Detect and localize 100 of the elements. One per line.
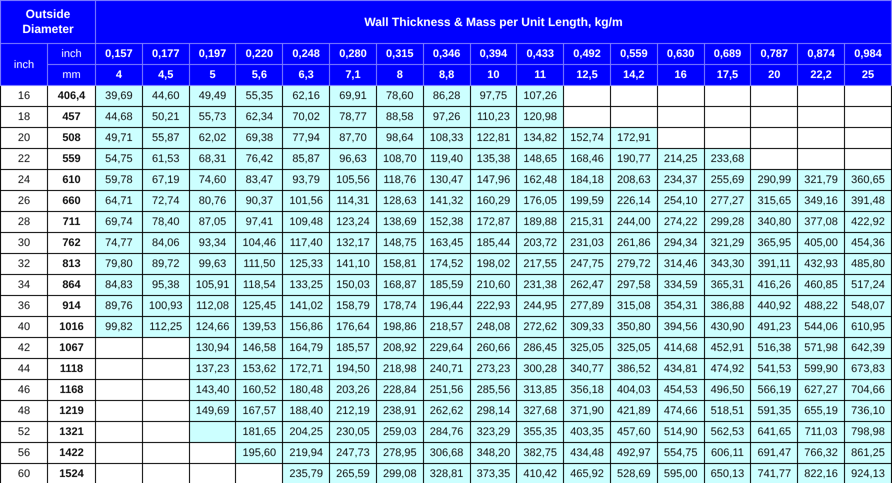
- table-cell: 430,90: [704, 316, 751, 338]
- table-cell: 373,35: [470, 464, 517, 483]
- table-cell: 279,72: [610, 254, 658, 274]
- table-cell: 208,92: [376, 338, 424, 358]
- table-cell: 360,65: [844, 170, 892, 190]
- row-header: 1422: [48, 442, 96, 464]
- table-cell: 240,71: [423, 358, 470, 380]
- row-header: 18: [0, 106, 48, 128]
- table-cell: 244,95: [516, 296, 564, 316]
- column-header: 0,220: [236, 44, 283, 64]
- table-cell: 93,34: [189, 232, 236, 254]
- table-cell: 386,52: [610, 358, 658, 380]
- table-cell: 309,33: [564, 316, 610, 338]
- table-cell: 229,64: [423, 338, 470, 358]
- table-cell: 422,92: [844, 212, 892, 232]
- table-cell: 421,89: [610, 400, 658, 422]
- table-cell: 673,83: [844, 358, 892, 380]
- table-cell: 99,82: [96, 316, 142, 338]
- table-cell: 343,30: [704, 254, 751, 274]
- row-header: 60: [0, 464, 48, 483]
- table-cell: 90,37: [236, 190, 283, 212]
- row-header: 1118: [48, 358, 96, 380]
- row-header: 16: [0, 86, 48, 106]
- table-cell: 146,58: [236, 338, 283, 358]
- table-cell: 87,70: [330, 128, 376, 148]
- table-cell: 544,06: [798, 316, 844, 338]
- table-cell: 110,23: [470, 106, 517, 128]
- table-cell: 54,75: [96, 148, 142, 170]
- table-cell: 218,57: [423, 316, 470, 338]
- table-cell: 691,47: [750, 442, 798, 464]
- table-cell: 365,95: [750, 232, 798, 254]
- table-cell: 59,78: [96, 170, 142, 190]
- table-cell: 274,22: [657, 212, 704, 232]
- table-cell: 323,29: [470, 422, 517, 442]
- table-cell: 132,17: [330, 232, 376, 254]
- unit-label: inch: [0, 44, 48, 86]
- table-cell: 100,93: [142, 296, 190, 316]
- table-cell: 391,48: [844, 190, 892, 212]
- table-cell: 39,69: [96, 86, 142, 106]
- table-cell: 97,75: [470, 86, 517, 106]
- table-cell: 254,10: [657, 190, 704, 212]
- table-cell: 101,56: [282, 190, 330, 212]
- table-cell: 188,40: [282, 400, 330, 422]
- table-cell: 128,63: [376, 190, 424, 212]
- table-title: Wall Thickness & Mass per Unit Length, kg/m: [96, 0, 892, 44]
- table-cell: 704,66: [844, 380, 892, 400]
- row-header: 1219: [48, 400, 96, 422]
- column-header: 10: [470, 64, 517, 86]
- table-cell: 554,75: [657, 442, 704, 464]
- table-cell: 69,38: [236, 128, 283, 148]
- row-header: 28: [0, 212, 48, 232]
- table-cell: 306,68: [423, 442, 470, 464]
- column-header: 16: [657, 64, 704, 86]
- table-cell: 133,25: [282, 274, 330, 296]
- column-header: 22,2: [798, 64, 844, 86]
- table-cell: 327,68: [516, 400, 564, 422]
- table-cell: 410,42: [516, 464, 564, 483]
- table-cell: 139,53: [236, 316, 283, 338]
- table-cell: 168,46: [564, 148, 610, 170]
- table-cell: 315,65: [750, 190, 798, 212]
- table-cell: 174,52: [423, 254, 470, 274]
- table-cell: 148,65: [516, 148, 564, 170]
- column-header: 20: [750, 64, 798, 86]
- table-cell: 541,53: [750, 358, 798, 380]
- column-header: 5,6: [236, 64, 283, 86]
- table-cell: 199,59: [564, 190, 610, 212]
- table-cell: 135,38: [470, 148, 517, 170]
- table-cell: 350,80: [610, 316, 658, 338]
- table-cell: 152,74: [564, 128, 610, 148]
- table-cell: 125,33: [282, 254, 330, 274]
- table-cell: 109,48: [282, 212, 330, 232]
- table-cell: 84,06: [142, 232, 190, 254]
- table-cell: 212,19: [330, 400, 376, 422]
- table-cell: 217,55: [516, 254, 564, 274]
- table-cell: 222,93: [470, 296, 517, 316]
- table-cell: 403,35: [564, 422, 610, 442]
- table-cell: 180,48: [282, 380, 330, 400]
- table-cell: 566,19: [750, 380, 798, 400]
- row-header: 52: [0, 422, 48, 442]
- table-cell: 118,76: [376, 170, 424, 190]
- table-cell: 198,02: [470, 254, 517, 274]
- table-cell: 107,26: [516, 86, 564, 106]
- column-header: 11: [516, 64, 564, 86]
- table-cell: 84,83: [96, 274, 142, 296]
- table-cell: 158,81: [376, 254, 424, 274]
- table-cell: 313,85: [516, 380, 564, 400]
- table-cell: 112,25: [142, 316, 190, 338]
- table-cell: 386,88: [704, 296, 751, 316]
- table-cell: 261,86: [610, 232, 658, 254]
- table-cell: 265,59: [330, 464, 376, 483]
- table-cell: 70,02: [282, 106, 330, 128]
- table-cell: 260,66: [470, 338, 517, 358]
- table-cell: 277,27: [704, 190, 751, 212]
- table-cell: 123,24: [330, 212, 376, 232]
- row-header: 20: [0, 128, 48, 148]
- table-cell: 190,77: [610, 148, 658, 170]
- table-cell: 315,08: [610, 296, 658, 316]
- table-cell: 97,26: [423, 106, 470, 128]
- table-cell: 172,87: [470, 212, 517, 232]
- table-cell: 314,46: [657, 254, 704, 274]
